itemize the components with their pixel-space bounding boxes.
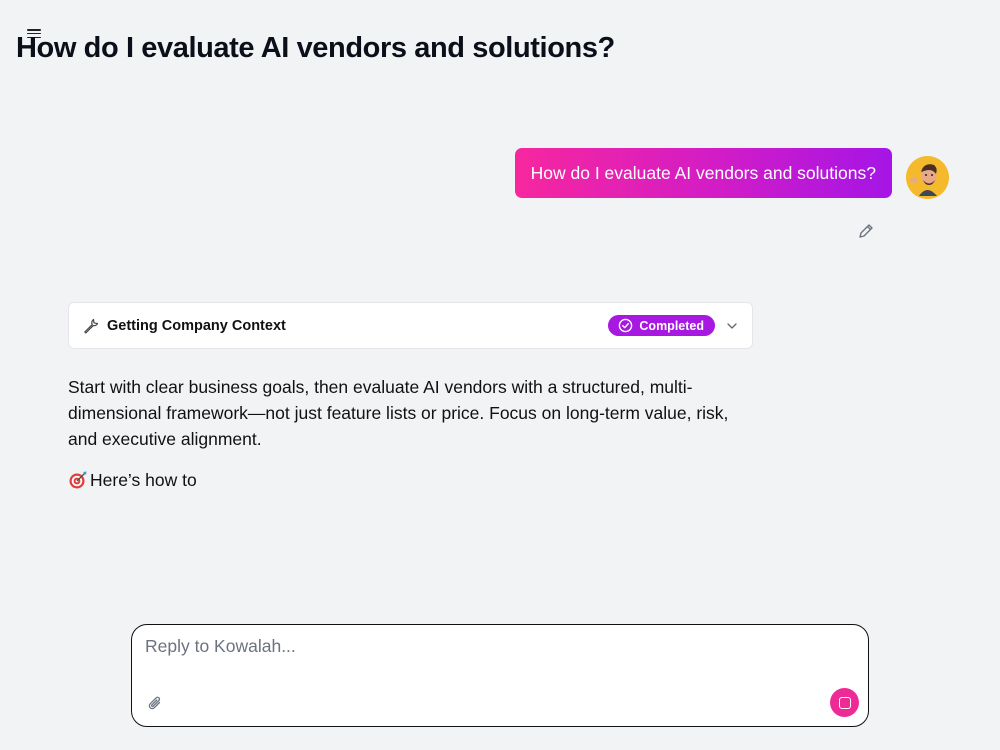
status-badge: Completed (608, 315, 715, 336)
stop-button[interactable] (830, 688, 859, 717)
user-message-text: How do I evaluate AI vendors and solutio… (530, 162, 876, 183)
tool-call-card[interactable]: Getting Company Context Completed (68, 302, 753, 349)
target-emoji-icon (69, 471, 87, 489)
user-message-bubble: How do I evaluate AI vendors and solutio… (514, 148, 892, 198)
paperclip-icon[interactable] (147, 695, 164, 712)
chevron-down-icon[interactable] (726, 320, 738, 332)
pencil-icon[interactable] (857, 222, 875, 240)
composer (131, 624, 869, 727)
reply-input[interactable] (145, 636, 845, 676)
stop-icon (838, 696, 851, 709)
page-title: How do I evaluate AI vendors and solutio… (16, 32, 615, 64)
wrench-icon (84, 318, 99, 334)
assistant-partial-text: Here’s how to (90, 470, 197, 490)
assistant-partial-line: Here’s how to (68, 467, 197, 493)
status-badge-label: Completed (639, 318, 704, 333)
check-circle-icon (619, 318, 633, 333)
user-avatar[interactable] (906, 156, 949, 199)
tool-call-label: Getting Company Context (107, 317, 286, 334)
assistant-paragraph: Start with clear business goals, then ev… (68, 377, 729, 449)
